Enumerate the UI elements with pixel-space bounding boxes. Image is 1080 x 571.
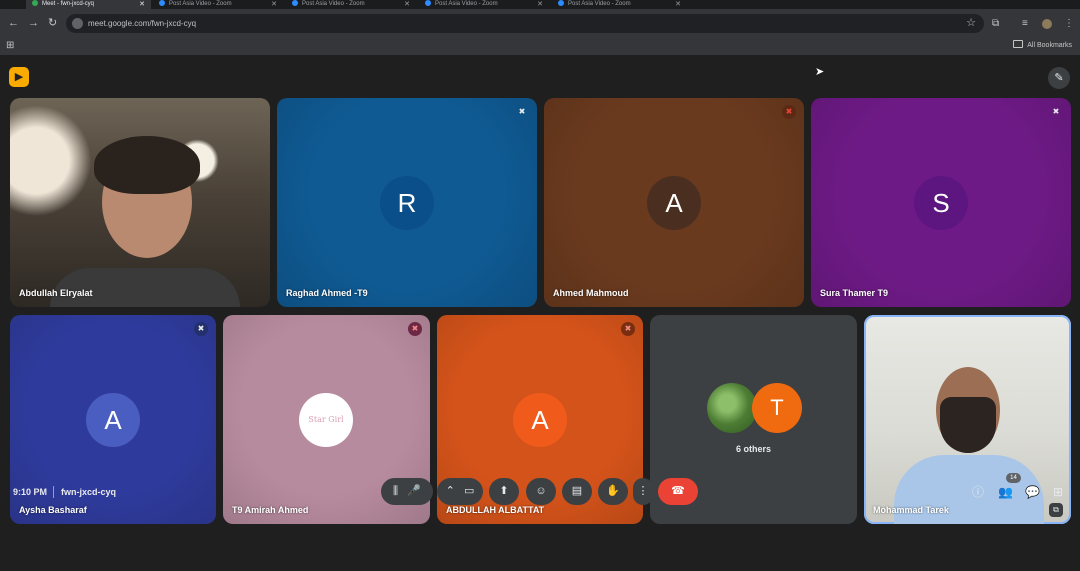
activities-icon[interactable]: ⊞ <box>1053 485 1063 499</box>
chrome-menu-icon[interactable]: ⋮ <box>1064 18 1074 30</box>
profile-avatar[interactable] <box>1042 19 1052 29</box>
microphone-control-group[interactable]: ⫼ 🎤 <box>381 478 433 505</box>
bookmarks-bar: ⊞ All Bookmarks <box>0 37 1080 55</box>
others-avatar-photo <box>707 383 757 433</box>
zoom-favicon <box>292 0 298 7</box>
meet-stage: ▶ ➤ ✎ Abdullah Elryalat R ✖ Raghad Ahmed… <box>0 55 1080 571</box>
people-icon[interactable]: 👥 <box>998 485 1013 499</box>
participant-name: Abdullah Elryalat <box>19 288 93 298</box>
tab-title: Post Asia Video - Zoom <box>169 1 232 7</box>
folder-icon <box>1013 40 1024 48</box>
camera-icon[interactable]: ▭ <box>464 485 474 497</box>
participant-name: ABDULLAH ALBATTAT <box>446 505 545 515</box>
meet-favicon <box>32 0 38 7</box>
tab-title: Post Asia Video - Zoom <box>568 1 631 7</box>
tab-title: Post Asia Video - Zoom <box>435 1 498 7</box>
chat-icon[interactable]: 💬 <box>1025 485 1040 499</box>
muted-mic-icon: ✖ <box>782 105 796 119</box>
participant-avatar: Star Girl <box>299 393 353 447</box>
tab-zoom-4[interactable]: Post Asia Video - Zoom ✕ <box>552 0 687 9</box>
muted-mic-icon: ✖ <box>518 107 526 116</box>
reload-icon[interactable]: ↻ <box>48 16 57 30</box>
meeting-details-icon[interactable]: ⓘ <box>972 485 984 499</box>
participant-name: Ahmed Mahmoud <box>553 288 629 298</box>
tab-title: Post Asia Video - Zoom <box>302 1 365 7</box>
participant-avatar: S <box>914 176 968 230</box>
bookmark-star-icon[interactable]: ☆ <box>966 16 976 29</box>
extensions-icon[interactable]: ⧉ <box>992 18 999 30</box>
participant-avatar: A <box>647 176 701 230</box>
participant-video <box>94 136 200 194</box>
captions-button[interactable]: ▤ <box>562 478 592 505</box>
participant-name: Aysha Basharaf <box>19 505 87 515</box>
participant-name: Mohammad Tarek <box>873 505 949 515</box>
muted-mic-icon: ✖ <box>621 322 635 336</box>
zoom-favicon <box>159 0 165 7</box>
tab-zoom-1[interactable]: Post Asia Video - Zoom ✕ <box>153 0 283 9</box>
muted-mic-icon: ✖ <box>1052 107 1060 116</box>
zoom-favicon <box>425 0 431 7</box>
participant-avatar: A <box>513 393 567 447</box>
emoji-icon: ☺ <box>535 485 547 497</box>
others-count-label: 6 others <box>735 444 771 454</box>
tab-zoom-2[interactable]: Post Asia Video - Zoom ✕ <box>286 0 416 9</box>
participant-avatar: R <box>380 176 434 230</box>
tab-title: Meet - fwn-jxcd-cyq <box>42 1 95 7</box>
reactions-button[interactable]: ☺ <box>526 478 556 505</box>
audio-settings-icon[interactable]: ⫼ <box>393 485 398 497</box>
forward-icon[interactable]: → <box>28 16 39 30</box>
more-options-icon: ⋮ <box>637 485 649 497</box>
participant-count-badge: 14 <box>1006 473 1021 483</box>
participant-avatar: A <box>86 393 140 447</box>
clock-time: 9:10 PM <box>13 487 48 497</box>
leave-call-button[interactable]: ☎ <box>658 478 698 505</box>
participant-tile-ahmed-mahmoud[interactable]: A ✖ Ahmed Mahmoud <box>544 98 804 307</box>
close-tab-icon[interactable]: ✕ <box>675 0 681 9</box>
browser-toolbar: ← → ↻ meet.google.com/fwn-jxcd-cyq ☆ ⧉ ≡… <box>0 9 1080 37</box>
back-icon[interactable]: ← <box>8 16 19 30</box>
participant-video <box>940 397 996 453</box>
mouse-cursor-icon: ➤ <box>815 66 825 78</box>
tab-strip: Meet - fwn-jxcd-cyq ✕ Post Asia Video - Z… <box>0 0 1080 9</box>
microphone-icon[interactable]: 🎤 <box>407 485 421 497</box>
address-bar[interactable]: meet.google.com/fwn-jxcd-cyq ☆ <box>66 14 984 33</box>
present-screen-button[interactable]: ⬆ <box>489 478 519 505</box>
participant-tile-raghad-ahmed[interactable]: R ✖ Raghad Ahmed -T9 <box>277 98 537 307</box>
site-info-icon[interactable] <box>72 18 83 29</box>
participant-tile-sura-thamer[interactable]: S ✖ Sura Thamer T9 <box>811 98 1071 307</box>
participant-tile-abdullah-elryalat[interactable]: Abdullah Elryalat <box>10 98 270 307</box>
tab-meet[interactable]: Meet - fwn-jxcd-cyq ✕ <box>26 0 151 9</box>
all-bookmarks-label: All Bookmarks <box>1027 42 1072 49</box>
captions-icon: ▤ <box>571 485 583 497</box>
raise-hand-icon: ✋ <box>606 485 620 497</box>
meet-logo-icon[interactable]: ▶ <box>9 67 29 87</box>
others-avatar: T <box>752 383 802 433</box>
camera-control-group[interactable]: ⌃ ▭ <box>437 478 483 505</box>
picture-in-picture-icon[interactable]: ⧉ <box>1049 503 1063 517</box>
present-screen-icon: ⬆ <box>499 485 509 497</box>
zoom-favicon <box>558 0 564 7</box>
participant-name: Sura Thamer T9 <box>820 288 889 298</box>
visual-effects-icon[interactable]: ✎ <box>1048 67 1070 89</box>
more-options-button[interactable]: ⋮ <box>633 478 653 505</box>
close-tab-icon[interactable]: ✕ <box>404 0 410 9</box>
cast-icon[interactable]: ≡ <box>1022 18 1028 30</box>
close-tab-icon[interactable]: ✕ <box>139 0 145 9</box>
apps-grid-icon[interactable]: ⊞ <box>6 40 14 51</box>
close-tab-icon[interactable]: ✕ <box>271 0 277 9</box>
url-text[interactable]: meet.google.com/fwn-jxcd-cyq <box>88 14 196 33</box>
end-call-icon: ☎ <box>671 485 685 497</box>
participant-name: Raghad Ahmed -T9 <box>286 288 368 298</box>
chevron-up-icon[interactable]: ⌃ <box>446 485 455 497</box>
muted-mic-icon: ✖ <box>408 322 422 336</box>
divider <box>53 486 54 498</box>
muted-mic-icon: ✖ <box>194 322 208 336</box>
close-tab-icon[interactable]: ✕ <box>537 0 543 9</box>
raise-hand-button[interactable]: ✋ <box>598 478 628 505</box>
tab-zoom-3[interactable]: Post Asia Video - Zoom ✕ <box>419 0 549 9</box>
all-bookmarks-button[interactable]: All Bookmarks <box>1013 40 1072 49</box>
meeting-code: fwn-jxcd-cyq <box>61 487 117 497</box>
participant-name: T9 Amirah Ahmed <box>232 505 309 515</box>
